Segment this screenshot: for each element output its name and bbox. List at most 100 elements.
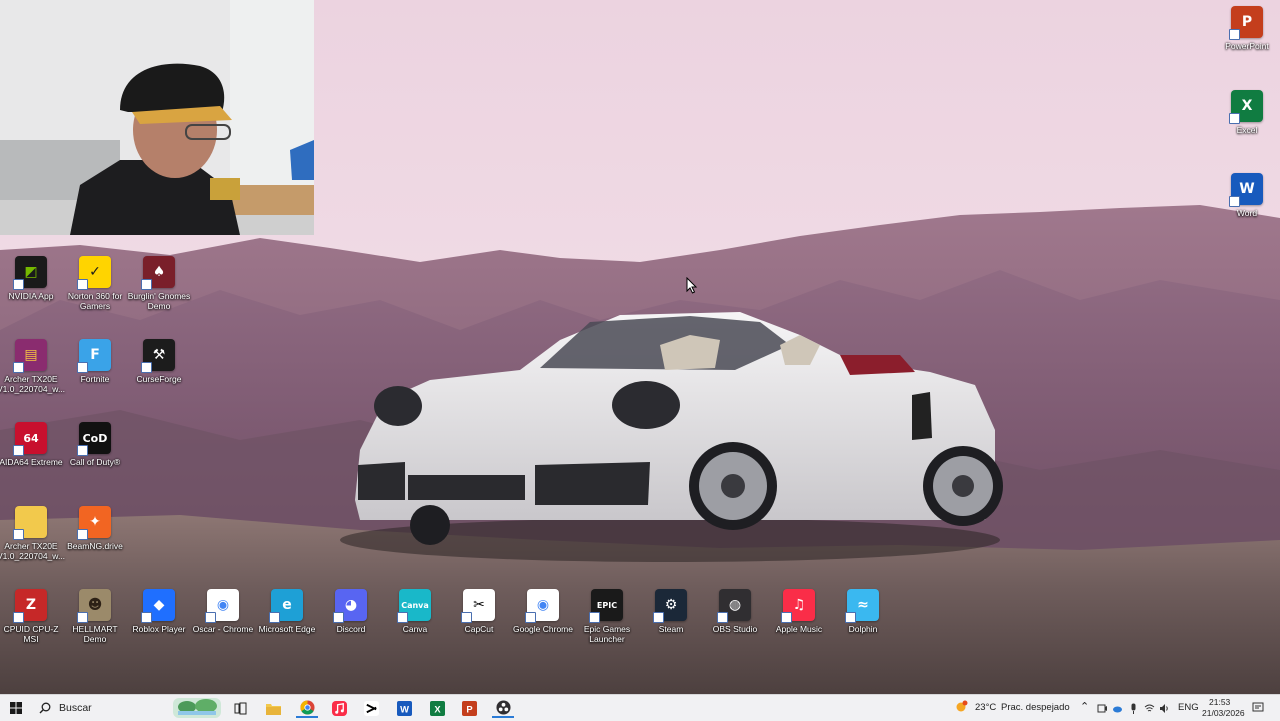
desktop-shortcut-excel[interactable]: X Excel xyxy=(1214,90,1280,135)
meet-now-icon[interactable] xyxy=(1097,703,1108,714)
desktop-shortcut-winrar[interactable]: ▤ Archer TX20E V1.0_220704_w... xyxy=(0,339,65,394)
desktop-shortcut-apple-music[interactable]: ♫ Apple Music xyxy=(766,589,832,634)
desktop-shortcut-label: Word xyxy=(1236,208,1258,218)
folder-icon xyxy=(13,506,47,540)
start-button[interactable] xyxy=(5,698,27,718)
desktop-shortcut-label: Discord xyxy=(336,624,366,634)
desktop-shortcut-label: Canva xyxy=(402,624,428,634)
clock-time[interactable]: 21:53 xyxy=(1209,697,1230,707)
nvidia-icon: ◩ xyxy=(13,256,47,290)
beamng-icon: ✦ xyxy=(77,506,111,540)
show-hidden-icons-chevron-icon[interactable]: ⌃ xyxy=(1080,700,1089,713)
desktop-shortcut-chrome[interactable]: ◉ Google Chrome xyxy=(510,589,576,634)
desktop-shortcut-label: NVIDIA App xyxy=(8,291,54,301)
task-view-button[interactable] xyxy=(229,698,251,718)
desktop-shortcut-label: Google Chrome xyxy=(512,624,573,634)
desktop-shortcut-label: Steam xyxy=(658,624,684,634)
weather-icon[interactable] xyxy=(954,699,970,715)
desktop-shortcut-steam[interactable]: ⚙ Steam xyxy=(638,589,704,634)
search-placeholder: Buscar xyxy=(59,702,92,714)
desktop-shortcut-edge[interactable]: e Microsoft Edge xyxy=(254,589,320,634)
wifi-icon[interactable] xyxy=(1144,703,1155,714)
desktop-shortcut-obs[interactable]: ◍ OBS Studio xyxy=(702,589,768,634)
weather-temperature[interactable]: 23°C xyxy=(975,702,996,713)
taskbar-obs[interactable] xyxy=(492,698,514,718)
desktop-shortcut-curseforge[interactable]: ⚒ CurseForge xyxy=(126,339,192,384)
desktop-shortcut-label: Microsoft Edge xyxy=(258,624,316,634)
capcut-icon: ✂ xyxy=(461,589,495,623)
widgets-icon[interactable] xyxy=(173,698,221,718)
taskbar: Buscar W X P 23°C Prac. despejado ⌃ ENG … xyxy=(0,694,1280,721)
desktop-shortcut-label: Apple Music xyxy=(775,624,823,634)
desktop-shortcut-label: Dolphin xyxy=(848,624,878,634)
svg-text:P: P xyxy=(466,704,472,714)
desktop-shortcut-chrome[interactable]: ◉ Oscar - Chrome xyxy=(190,589,256,634)
taskbar-apple-music[interactable] xyxy=(328,698,350,718)
obs-icon xyxy=(495,699,511,715)
fortnite-icon: F xyxy=(77,339,111,373)
desktop-shortcut-label: Epic Games Launcher xyxy=(583,624,631,644)
notification-center-icon[interactable] xyxy=(1252,702,1264,714)
desktop-shortcut-cpuz[interactable]: Z CPUID CPU-Z MSI xyxy=(0,589,64,644)
epic-games-icon: EPIC xyxy=(589,589,623,623)
winrar-icon: ▤ xyxy=(13,339,47,373)
desktop-shortcut-word[interactable]: W Word xyxy=(1214,173,1280,218)
apple-music-icon xyxy=(331,700,347,716)
callofduty-icon: CoD xyxy=(77,422,111,456)
desktop-shortcut-roblox[interactable]: ◆ Roblox Player xyxy=(126,589,192,634)
desktop-shortcut-capcut[interactable]: ✂ CapCut xyxy=(446,589,512,634)
desktop-shortcut-norton[interactable]: ✓ Norton 360 for Gamers xyxy=(62,256,128,311)
desktop-shortcut-discord[interactable]: ◕ Discord xyxy=(318,589,384,634)
desktop-shortcut-aida64[interactable]: 64 AIDA64 Extreme xyxy=(0,422,64,467)
curseforge-icon: ⚒ xyxy=(141,339,175,373)
aida64-icon: 64 xyxy=(13,422,47,456)
taskbar-powerpoint[interactable]: P xyxy=(458,698,480,718)
desktop-shortcut-label: PowerPoint xyxy=(1225,41,1269,51)
desktop-shortcut-label: Excel xyxy=(1236,125,1258,135)
desktop-shortcut-label: Fortnite xyxy=(80,374,110,384)
language-indicator[interactable]: ENG xyxy=(1178,702,1199,713)
desktop-shortcut-gnome[interactable]: ♠ Burglin' Gnomes Demo xyxy=(126,256,192,311)
desktop-shortcut-canva[interactable]: Canva Canva xyxy=(382,589,448,634)
desktop-shortcut-epic-games[interactable]: EPIC Epic Games Launcher xyxy=(574,589,640,644)
desktop-shortcut-folder[interactable]: Archer TX20E V1.0_220704_w... xyxy=(0,506,66,561)
roblox-icon: ◆ xyxy=(141,589,175,623)
steam-icon: ⚙ xyxy=(653,589,687,623)
taskbar-search[interactable]: Buscar xyxy=(31,696,221,720)
edge-icon: e xyxy=(269,589,303,623)
desktop-shortcut-label: Burglin' Gnomes Demo xyxy=(127,291,191,311)
desktop-shortcut-label: BeamNG.drive xyxy=(67,541,123,551)
taskbar-word[interactable]: W xyxy=(393,698,415,718)
cloud-sync-icon[interactable] xyxy=(1112,703,1123,714)
desktop-shortcut-label: OBS Studio xyxy=(712,624,758,634)
taskbar-file-explorer[interactable] xyxy=(262,698,284,718)
norton-icon: ✓ xyxy=(77,256,111,290)
search-icon xyxy=(39,702,51,714)
taskbar-chrome[interactable] xyxy=(296,698,318,718)
desktop-shortcut-label: CapCut xyxy=(464,624,494,634)
powerpoint-icon: P xyxy=(1229,6,1263,40)
start-icon xyxy=(10,702,22,714)
clock-date[interactable]: 21/03/2026 xyxy=(1202,708,1245,718)
desktop-shortcut-dolphin[interactable]: ≈ Dolphin xyxy=(830,589,896,634)
desktop-shortcut-powerpoint[interactable]: P PowerPoint xyxy=(1214,6,1280,51)
desktop-shortcut-nvidia[interactable]: ◩ NVIDIA App xyxy=(0,256,64,301)
weather-description[interactable]: Prac. despejado xyxy=(1001,702,1070,713)
desktop-shortcut-hellmart[interactable]: ☻ HELLMART Demo xyxy=(62,589,128,644)
apple-music-icon: ♫ xyxy=(781,589,815,623)
taskbar-capcut[interactable] xyxy=(360,698,382,718)
desktop-shortcut-label: Oscar - Chrome xyxy=(192,624,254,634)
microphone-icon[interactable] xyxy=(1128,703,1139,714)
desktop-shortcut-label: Roblox Player xyxy=(132,624,186,634)
desktop-shortcut-beamng[interactable]: ✦ BeamNG.drive xyxy=(62,506,128,551)
discord-icon: ◕ xyxy=(333,589,367,623)
desktop-shortcut-callofduty[interactable]: CoD Call of Duty® xyxy=(62,422,128,467)
taskbar-excel[interactable]: X xyxy=(426,698,448,718)
desktop-shortcut-fortnite[interactable]: F Fortnite xyxy=(62,339,128,384)
hellmart-icon: ☻ xyxy=(77,589,111,623)
desktop-shortcut-label: Archer TX20E V1.0_220704_w... xyxy=(0,541,66,561)
volume-icon[interactable] xyxy=(1159,703,1170,714)
cpuz-icon: Z xyxy=(13,589,47,623)
webcam-overlay xyxy=(0,0,314,235)
desktop-shortcut-label: CurseForge xyxy=(136,374,182,384)
